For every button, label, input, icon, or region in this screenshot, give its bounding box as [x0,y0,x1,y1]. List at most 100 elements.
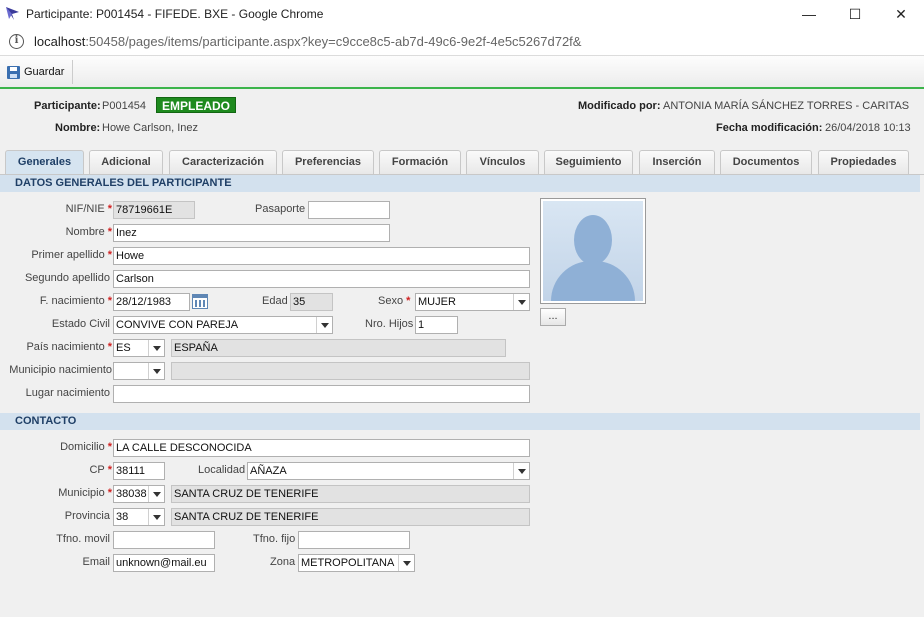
nombre-header-label: Nombre: [55,122,101,134]
cp-label: CP * [89,464,112,476]
email-label: Email [82,556,110,568]
section-contacto: CONTACTO [0,413,920,430]
pais-nacimiento-label: País nacimiento * [26,341,112,353]
provincia-code: 38 [116,511,129,523]
pasaporte-field[interactable] [308,201,390,219]
close-button[interactable]: ✕ [878,0,924,28]
estado-civil-label: Estado Civil [51,318,110,330]
section-datos-generales: DATOS GENERALES DEL PARTICIPANTE [0,175,920,192]
nombre-label: Nombre * [65,226,112,238]
pais-nacimiento-code: ES [116,342,131,354]
tab-documentos[interactable]: Documentos [720,150,812,174]
email-field[interactable]: unknown@mail.eu [113,554,215,572]
avatar-body [551,261,635,301]
toolbar: Guardar [0,56,924,89]
provincia-label: Provincia [64,510,110,522]
domicilio-label: Domicilio * [60,441,112,453]
estado-civil-value: CONVIVE CON PAREJA [116,319,239,331]
tab-adicional[interactable]: Adicional [89,150,163,174]
lugar-nacimiento-label: Lugar nacimiento [25,387,110,399]
url-text[interactable]: localhost:50458/pages/items/participante… [34,34,581,49]
edad-label: Edad [262,295,288,307]
modificado-value: ANTONIA MARÍA SÁNCHEZ TORRES - CARITAS [663,100,910,112]
app-logo-icon [6,7,19,20]
municipio-nacimiento-select[interactable] [113,362,165,380]
primer-apellido-field[interactable]: Howe [113,247,530,265]
fecha-modificacion-label: Fecha modificación: [716,122,823,134]
estado-civil-select[interactable]: CONVIVE CON PAREJA [113,316,333,334]
info-icon[interactable]: i [9,34,24,49]
address-bar[interactable]: i localhost:50458/pages/items/participan… [0,28,924,56]
photo-upload-button[interactable]: ... [540,308,566,326]
tfno-fijo-label: Tfno. fijo [253,533,296,545]
tab-propiedades[interactable]: Propiedades [818,150,909,174]
domicilio-field[interactable]: LA CALLE DESCONOCIDA [113,439,530,457]
tab-vinculos[interactable]: Vínculos [466,150,539,174]
avatar-head [574,215,612,265]
nif-field[interactable]: 78719661E [113,201,195,219]
sexo-value: MUJER [418,296,456,308]
minimize-button[interactable]: — [786,0,832,28]
municipio-select[interactable]: 38038 [113,485,165,503]
segundo-apellido-field[interactable]: Carlson [113,270,530,288]
zona-select[interactable]: METROPOLITANA [298,554,415,572]
municipio-nacimiento-name [171,362,530,380]
edad-field: 35 [290,293,333,311]
tab-caracterizacion[interactable]: Caracterización [169,150,277,174]
f-nacimiento-label: F. nacimiento * [39,295,112,307]
nif-label: NIF/NIE * [65,203,112,215]
tab-preferencias[interactable]: Preferencias [282,150,374,174]
maximize-button[interactable]: ☐ [832,0,878,28]
chevron-down-icon[interactable] [148,340,164,356]
nro-hijos-label: Nro. Hijos [365,318,414,330]
tfno-fijo-field[interactable] [298,531,410,549]
tab-generales[interactable]: Generales [5,150,84,175]
participante-label: Participante: [34,100,101,112]
provincia-select[interactable]: 38 [113,508,165,526]
status-badge: EMPLEADO [156,97,237,113]
municipio-code: 38038 [116,488,147,500]
municipio-nacimiento-label: Municipio nacimiento [9,364,112,376]
save-button-label: Guardar [24,66,65,78]
tab-seguimiento[interactable]: Seguimiento [544,150,633,174]
nro-hijos-field[interactable]: 1 [415,316,458,334]
zona-label: Zona [270,556,296,568]
url-path: :50458/pages/items/participante.aspx?key… [85,34,582,49]
zona-value: METROPOLITANA [301,557,395,569]
chevron-down-icon[interactable] [398,555,414,571]
cp-field[interactable]: 38111 [113,462,165,480]
f-nacimiento-field[interactable]: 28/12/1983 [113,293,190,311]
pais-nacimiento-select[interactable]: ES [113,339,165,357]
chevron-down-icon[interactable] [513,463,529,479]
localidad-value: AÑAZA [250,465,287,477]
participante-value: P001454 [102,100,147,112]
provincia-name: SANTA CRUZ DE TENERIFE [171,508,530,526]
avatar-placeholder-icon [543,201,643,301]
localidad-label: Localidad [198,464,246,476]
municipio-label: Municipio * [58,487,112,499]
nombre-field[interactable]: Inez [113,224,390,242]
segundo-apellido-label: Segundo apellido [24,272,110,284]
chevron-down-icon[interactable] [148,509,164,525]
floppy-disk-icon [7,65,20,79]
tab-formacion[interactable]: Formación [379,150,461,174]
chevron-down-icon[interactable] [513,294,529,310]
tab-insercion[interactable]: Inserción [639,150,715,174]
window-title: Participante: P001454 - FIFEDE. BXE - Go… [26,7,324,21]
tfno-movil-field[interactable] [113,531,215,549]
chevron-down-icon[interactable] [316,317,332,333]
modificado-label: Modificado por: [578,100,661,112]
chevron-down-icon[interactable] [148,486,164,502]
localidad-select[interactable]: AÑAZA [247,462,530,480]
save-button[interactable]: Guardar [3,62,68,82]
pasaporte-label: Pasaporte [255,203,306,215]
window-titlebar: Participante: P001454 - FIFEDE. BXE - Go… [0,0,924,28]
fecha-modificacion-value: 26/04/2018 10:13 [825,122,911,134]
chevron-down-icon[interactable] [148,363,164,379]
url-host: localhost [34,34,86,49]
sexo-select[interactable]: MUJER [415,293,530,311]
lugar-nacimiento-field[interactable] [113,385,530,403]
calendar-icon[interactable] [192,294,208,309]
participant-photo [540,198,646,304]
pais-nacimiento-name: ESPAÑA [171,339,506,357]
